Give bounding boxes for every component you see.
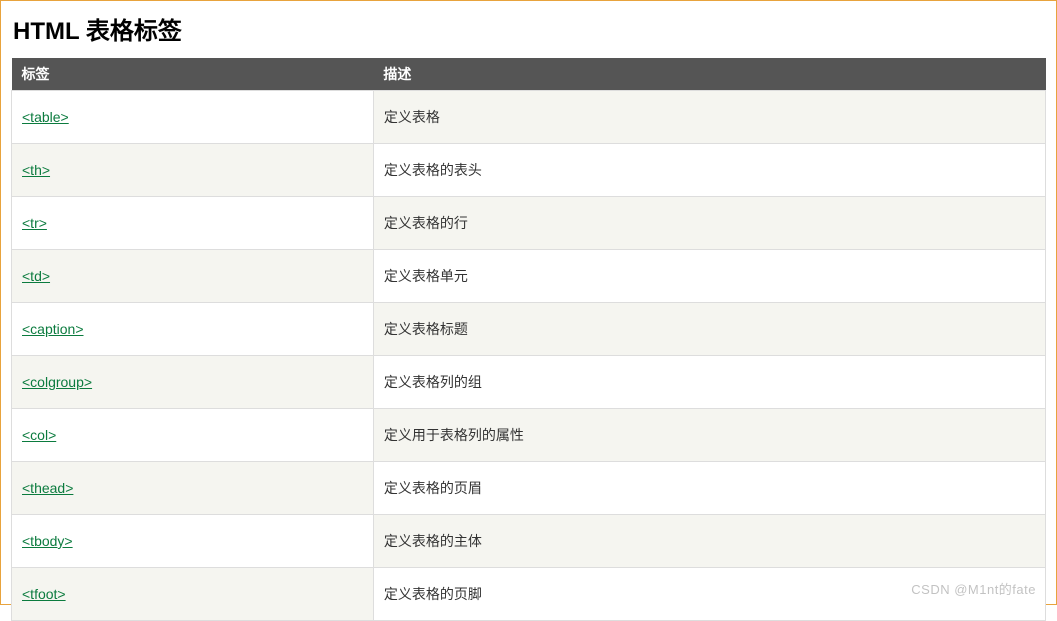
- column-header-tag: 标签: [12, 58, 374, 91]
- tag-cell: <td>: [12, 250, 374, 303]
- tags-reference-table: 标签 描述 <table> 定义表格 <th> 定义表格的表头 <tr>: [11, 58, 1046, 621]
- tag-link[interactable]: <colgroup>: [22, 374, 92, 390]
- table-row: <caption> 定义表格标题: [12, 303, 1046, 356]
- tag-link[interactable]: <col>: [22, 427, 56, 443]
- tag-link[interactable]: <thead>: [22, 480, 73, 496]
- table-header: 标签 描述: [12, 58, 1046, 91]
- desc-cell: 定义表格的页眉: [373, 462, 1045, 515]
- desc-cell: 定义表格单元: [373, 250, 1045, 303]
- table-header-row: 标签 描述: [12, 58, 1046, 91]
- tag-cell: <colgroup>: [12, 356, 374, 409]
- desc-cell: 定义表格: [373, 91, 1045, 144]
- desc-cell: 定义表格标题: [373, 303, 1045, 356]
- desc-cell: 定义表格的行: [373, 197, 1045, 250]
- tag-link[interactable]: <caption>: [22, 321, 84, 337]
- table-row: <tbody> 定义表格的主体: [12, 515, 1046, 568]
- table-row: <thead> 定义表格的页眉: [12, 462, 1046, 515]
- table-row: <table> 定义表格: [12, 91, 1046, 144]
- tag-cell: <table>: [12, 91, 374, 144]
- tag-cell: <tbody>: [12, 515, 374, 568]
- tag-cell: <caption>: [12, 303, 374, 356]
- tag-cell: <thead>: [12, 462, 374, 515]
- tag-link[interactable]: <th>: [22, 162, 50, 178]
- desc-cell: 定义表格的主体: [373, 515, 1045, 568]
- table-row: <td> 定义表格单元: [12, 250, 1046, 303]
- desc-cell: 定义用于表格列的属性: [373, 409, 1045, 462]
- table-row: <col> 定义用于表格列的属性: [12, 409, 1046, 462]
- tag-cell: <col>: [12, 409, 374, 462]
- watermark-text: CSDN @M1nt的fate: [911, 579, 1036, 598]
- tag-link[interactable]: <td>: [22, 268, 50, 284]
- table-row: <tfoot> 定义表格的页脚: [12, 568, 1046, 621]
- tag-cell: <tfoot>: [12, 568, 374, 621]
- tag-link[interactable]: <tfoot>: [22, 586, 66, 602]
- tag-cell: <tr>: [12, 197, 374, 250]
- tag-link[interactable]: <tr>: [22, 215, 47, 231]
- table-row: <colgroup> 定义表格列的组: [12, 356, 1046, 409]
- table-row: <tr> 定义表格的行: [12, 197, 1046, 250]
- page-title: HTML 表格标签: [11, 11, 1046, 46]
- tag-link[interactable]: <table>: [22, 109, 69, 125]
- page-container: HTML 表格标签 标签 描述 <table> 定义表格 <th> 定义表格的表…: [0, 0, 1057, 605]
- table-row: <th> 定义表格的表头: [12, 144, 1046, 197]
- desc-cell: 定义表格的表头: [373, 144, 1045, 197]
- tag-link[interactable]: <tbody>: [22, 533, 73, 549]
- column-header-desc: 描述: [373, 58, 1045, 91]
- tag-cell: <th>: [12, 144, 374, 197]
- desc-cell: 定义表格列的组: [373, 356, 1045, 409]
- table-body: <table> 定义表格 <th> 定义表格的表头 <tr> 定义表格的行 <t…: [12, 91, 1046, 621]
